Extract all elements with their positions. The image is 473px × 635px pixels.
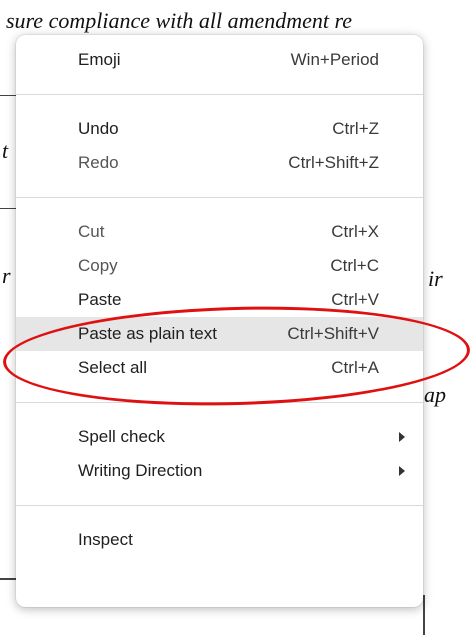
menu-item-redo[interactable]: Redo Ctrl+Shift+Z	[16, 146, 423, 180]
menu-item-label: Emoji	[78, 50, 121, 69]
menu-item-label: Copy	[78, 256, 118, 275]
submenu-arrow-icon	[399, 466, 405, 476]
menu-item-shortcut: Ctrl+Z	[332, 119, 379, 138]
menu-separator	[16, 402, 423, 403]
menu-item-label: Paste	[78, 290, 122, 309]
menu-item-shortcut: Ctrl+C	[330, 256, 379, 275]
menu-item-undo[interactable]: Undo Ctrl+Z	[16, 112, 423, 146]
menu-item-shortcut: Ctrl+V	[331, 290, 379, 309]
menu-item-paste[interactable]: Paste Ctrl+V	[16, 283, 423, 317]
menu-item-inspect[interactable]: Inspect	[16, 523, 423, 557]
document-rule	[0, 95, 16, 96]
document-text-right-2: ap	[424, 382, 446, 407]
document-rule	[423, 595, 425, 635]
menu-separator	[16, 94, 423, 95]
context-menu: Emoji Win+Period Undo Ctrl+Z Redo Ctrl+S…	[16, 35, 423, 607]
menu-item-label: Writing Direction	[78, 461, 203, 480]
menu-item-shortcut: Ctrl+X	[331, 222, 379, 241]
menu-item-copy[interactable]: Copy Ctrl+C	[16, 249, 423, 283]
menu-separator	[16, 505, 423, 506]
menu-item-label: Paste as plain text	[78, 324, 217, 343]
document-rule	[0, 578, 16, 580]
menu-item-shortcut: Ctrl+A	[331, 358, 379, 377]
menu-item-cut[interactable]: Cut Ctrl+X	[16, 215, 423, 249]
menu-item-label: Cut	[78, 222, 105, 241]
menu-item-label: Redo	[78, 153, 119, 172]
document-text-fragment-left-2: r	[2, 263, 11, 288]
menu-item-label: Spell check	[78, 427, 165, 446]
menu-item-shortcut: Ctrl+Shift+V	[287, 324, 379, 343]
document-text-right-1: ir	[428, 266, 443, 291]
document-rule	[0, 208, 16, 209]
menu-item-spell-check[interactable]: Spell check	[16, 420, 423, 454]
document-text-fragment-left-1: t	[2, 138, 9, 163]
menu-item-select-all[interactable]: Select all Ctrl+A	[16, 351, 423, 385]
submenu-arrow-icon	[399, 432, 405, 442]
menu-separator	[16, 197, 423, 198]
menu-item-label: Inspect	[78, 530, 133, 549]
menu-item-writing-direction[interactable]: Writing Direction	[16, 454, 423, 488]
menu-item-paste-as-plain-text[interactable]: Paste as plain text Ctrl+Shift+V	[16, 317, 423, 351]
menu-item-label: Undo	[78, 119, 119, 138]
menu-item-label: Select all	[78, 358, 147, 377]
menu-item-shortcut: Ctrl+Shift+Z	[288, 153, 379, 172]
menu-item-emoji[interactable]: Emoji Win+Period	[16, 43, 423, 77]
menu-item-shortcut: Win+Period	[290, 50, 379, 69]
document-text-top: sure compliance with all amendment re	[6, 8, 353, 33]
